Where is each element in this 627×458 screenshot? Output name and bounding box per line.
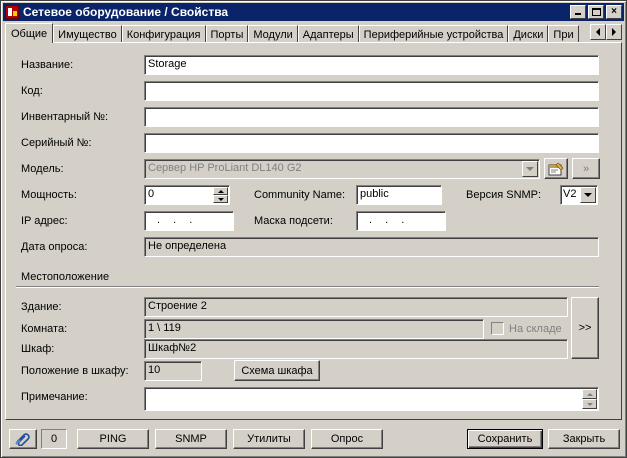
- inventory-label: Инвентарный №:: [21, 111, 109, 123]
- building-label: Здание:: [21, 301, 62, 313]
- snmp-version-value: V2: [563, 188, 577, 200]
- building-field: Строение 2: [144, 297, 568, 317]
- edit-card-icon: [548, 162, 564, 175]
- power-stepper[interactable]: 0: [144, 185, 230, 205]
- snmp-version-dropdown-button[interactable]: [580, 187, 596, 203]
- tab-general[interactable]: Общие: [5, 23, 54, 43]
- code-label: Код:: [21, 85, 43, 97]
- arrow-down-icon: [586, 402, 593, 406]
- community-label: Community Name:: [254, 189, 346, 201]
- model-value: Сервер HP ProLiant DL140 G2: [148, 162, 302, 174]
- model-edit-button[interactable]: [544, 158, 568, 179]
- properties-window: Сетевое оборудование / Свойства × Общие …: [0, 0, 627, 458]
- in-stock-checkbox[interactable]: [491, 322, 504, 335]
- close-button[interactable]: Закрыть: [548, 429, 620, 449]
- snmp-version-select[interactable]: V2: [560, 185, 598, 205]
- snmp-version-label: Версия SNMP:: [466, 189, 542, 201]
- room-field: 1 \ 119: [144, 319, 484, 339]
- model-select[interactable]: Сервер HP ProLiant DL140 G2: [144, 159, 540, 179]
- power-value: 0: [148, 188, 155, 200]
- mask-label: Маска подсети:: [254, 215, 333, 227]
- mask-input[interactable]: . . .: [356, 211, 446, 231]
- name-label: Название:: [21, 59, 74, 71]
- model-more-button[interactable]: »: [572, 158, 600, 179]
- inventory-input[interactable]: [144, 107, 599, 127]
- model-label: Модель:: [21, 163, 64, 175]
- close-icon: ×: [611, 6, 617, 17]
- ip-label: IP адрес:: [21, 215, 68, 227]
- tab-property[interactable]: Имущество: [53, 25, 122, 43]
- spin-up-button[interactable]: [213, 187, 228, 195]
- tab-disks[interactable]: Диски: [508, 25, 549, 43]
- footer-toolbar: 0 PING SNMP Утилиты Опрос Сохранить Закр…: [5, 425, 622, 453]
- tab-strip: Общие Имущество Конфигурация Порты Модул…: [5, 23, 622, 43]
- location-divider: [16, 286, 599, 288]
- power-label: Мощность:: [21, 189, 77, 201]
- serial-input[interactable]: [144, 133, 599, 153]
- poll-date-label: Дата опроса:: [21, 241, 88, 253]
- tab-scroll-right-button[interactable]: [606, 24, 622, 40]
- ping-button[interactable]: PING: [77, 429, 149, 449]
- cabinet-field: Шкаф№2: [144, 339, 568, 359]
- arrow-left-icon: [596, 28, 600, 36]
- arrow-down-icon: [217, 197, 224, 201]
- location-section-title: Местоположение: [21, 271, 110, 283]
- chevron-down-icon: [584, 193, 592, 197]
- spin-down-button[interactable]: [213, 195, 228, 203]
- tab-configuration[interactable]: Конфигурация: [121, 25, 206, 43]
- app-logo-icon: [5, 5, 19, 19]
- tab-modules[interactable]: Модули: [248, 25, 298, 43]
- tab-more[interactable]: При: [548, 25, 579, 43]
- cabinet-position-field: 10: [144, 361, 202, 381]
- tab-scroll-buttons: [590, 24, 622, 40]
- arrow-up-icon: [217, 189, 224, 193]
- code-input[interactable]: [144, 81, 599, 101]
- cabinet-scheme-button[interactable]: Схема шкафа: [234, 360, 320, 381]
- minimize-button[interactable]: [570, 5, 586, 19]
- power-spin-buttons: [213, 187, 228, 203]
- title-bar[interactable]: Сетевое оборудование / Свойства ×: [3, 3, 624, 21]
- room-label: Комната:: [21, 323, 68, 335]
- arrow-up-icon: [586, 392, 593, 396]
- minimize-icon: [575, 13, 581, 15]
- location-browse-button[interactable]: >>: [571, 297, 599, 359]
- note-label: Примечание:: [21, 391, 88, 403]
- tab-adapters[interactable]: Адаптеры: [297, 25, 359, 43]
- tab-peripherals[interactable]: Периферийные устройства: [358, 25, 509, 43]
- tab-ports[interactable]: Порты: [205, 25, 249, 43]
- poll-date-field: Не определена: [144, 237, 599, 257]
- utilities-button[interactable]: Утилиты: [233, 429, 305, 449]
- ip-input[interactable]: . . .: [144, 211, 234, 231]
- maximize-icon: [592, 8, 601, 16]
- save-button[interactable]: Сохранить: [467, 429, 543, 449]
- tab-scroll-left-button[interactable]: [590, 24, 606, 40]
- cabinet-label: Шкаф:: [21, 343, 55, 355]
- note-scroll-up-button[interactable]: [582, 389, 597, 399]
- poll-button[interactable]: Опрос: [311, 429, 383, 449]
- community-input[interactable]: public: [356, 185, 442, 205]
- note-scroll-down-button[interactable]: [582, 399, 597, 409]
- name-input[interactable]: Storage: [144, 55, 599, 75]
- in-stock-label: На складе: [509, 323, 562, 335]
- serial-label: Серийный №:: [21, 137, 92, 149]
- attachments-count: 0: [41, 429, 67, 449]
- arrow-right-icon: [612, 28, 616, 36]
- model-dropdown-button[interactable]: [522, 161, 538, 177]
- attachments-button[interactable]: [9, 429, 37, 449]
- general-panel: Название: Storage Код: Инвентарный №: Се…: [5, 42, 622, 420]
- maximize-button[interactable]: [588, 5, 604, 19]
- note-textarea[interactable]: [144, 387, 599, 411]
- snmp-button[interactable]: SNMP: [155, 429, 227, 449]
- close-window-button[interactable]: ×: [606, 5, 622, 19]
- window-title: Сетевое оборудование / Свойства: [23, 5, 229, 19]
- cabinet-position-label: Положение в шкафу:: [21, 365, 129, 377]
- paperclip-icon: [15, 433, 30, 446]
- note-scroll-buttons: [582, 389, 597, 409]
- chevron-down-icon: [526, 167, 534, 171]
